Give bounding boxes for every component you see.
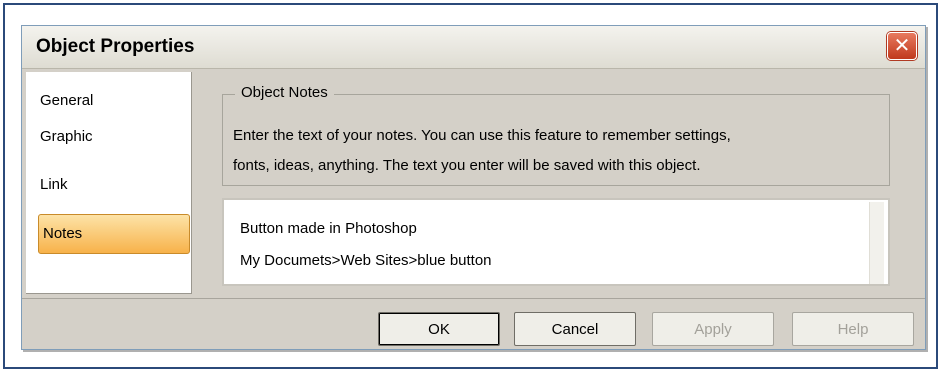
close-button[interactable]: ✕ xyxy=(887,32,917,60)
cancel-button[interactable]: Cancel xyxy=(514,312,636,346)
sidebar-item-general[interactable]: General xyxy=(34,90,99,111)
notes-line: Button made in Photoshop xyxy=(240,220,417,237)
object-notes-group: Object Notes Enter the text of your note… xyxy=(222,84,890,186)
group-legend: Object Notes xyxy=(235,84,334,101)
sidebar-item-link[interactable]: Link xyxy=(34,174,74,195)
notes-textarea[interactable]: Button made in Photoshop My Documets>Web… xyxy=(222,198,890,286)
notes-description: Enter the text of your notes. You can us… xyxy=(233,121,879,181)
help-button[interactable]: Help xyxy=(792,312,914,346)
notes-line: My Documets>Web Sites>blue button xyxy=(240,252,492,269)
close-icon: ✕ xyxy=(893,35,911,57)
sidebar-item-graphic[interactable]: Graphic xyxy=(34,126,99,147)
apply-button[interactable]: Apply xyxy=(652,312,774,346)
description-line: Enter the text of your notes. You can us… xyxy=(233,127,731,144)
object-properties-dialog: Object Properties ✕ General Graphic Link… xyxy=(21,25,926,350)
description-line: fonts, ideas, anything. The text you ent… xyxy=(233,157,701,174)
dialog-title: Object Properties xyxy=(36,36,195,57)
vertical-scrollbar[interactable] xyxy=(869,202,884,284)
footer-divider xyxy=(22,298,925,299)
title-bar[interactable]: Object Properties ✕ xyxy=(22,26,925,69)
sidebar: General Graphic Link Notes xyxy=(26,72,192,294)
sidebar-item-notes[interactable]: Notes xyxy=(38,214,190,254)
ok-button[interactable]: OK xyxy=(378,312,500,346)
